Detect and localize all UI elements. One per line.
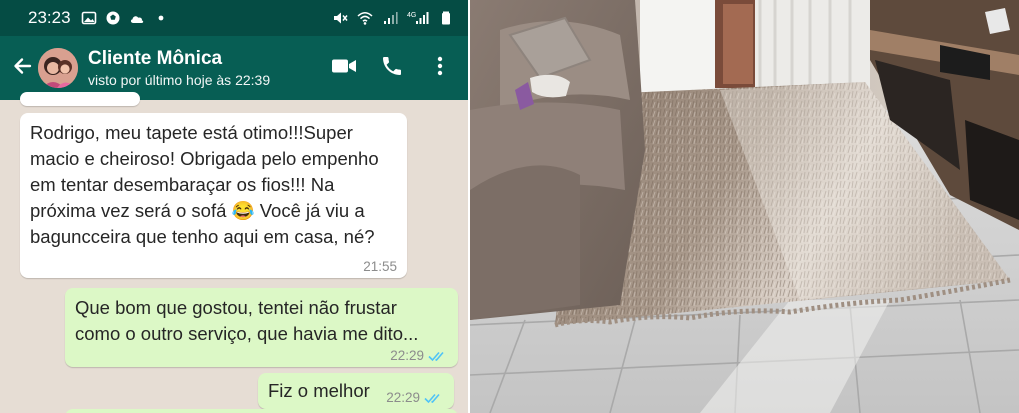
incoming-message-bubble[interactable]: Rodrigo, meu tapete está otimo!!!Super m…	[20, 113, 407, 278]
contact-info[interactable]: Cliente Mônica visto por último hoje às …	[88, 47, 270, 89]
more-options-button[interactable]	[426, 54, 454, 82]
video-call-button[interactable]	[330, 54, 358, 82]
avatar[interactable]	[38, 48, 78, 88]
message-text: Que bom que gostou, tentei não frustar c…	[75, 297, 419, 344]
chat-screenshot: 23:23 4G Cliente Mônica visto por último…	[0, 0, 468, 413]
sofa-armrest	[470, 165, 580, 320]
svg-text:4G: 4G	[407, 12, 416, 19]
cloud-icon	[129, 10, 145, 26]
contact-name: Cliente Mônica	[88, 48, 223, 69]
rug-photo	[470, 0, 1019, 413]
message-list: Rodrigo, meu tapete está otimo!!!Super m…	[0, 92, 468, 413]
video-call-icon	[331, 56, 357, 81]
status-time: 23:23	[28, 8, 71, 27]
message-time: 22:29	[390, 348, 424, 363]
wifi-icon	[357, 10, 373, 26]
signal-4g-icon: 4G	[407, 10, 429, 26]
signal-icon	[382, 10, 398, 26]
back-arrow-icon	[11, 55, 33, 82]
curtain	[755, 0, 870, 92]
read-receipt-icon	[428, 351, 444, 361]
partial-message-bubble	[20, 92, 140, 106]
living-room-illustration	[470, 0, 1019, 413]
battery-icon	[438, 10, 454, 26]
image-icon	[81, 10, 97, 26]
phone-icon	[380, 54, 404, 83]
voice-call-button[interactable]	[378, 54, 406, 82]
mute-icon	[332, 10, 348, 26]
outgoing-message-bubble[interactable]: Que bom que gostou, tentei não frustar c…	[65, 288, 458, 367]
read-receipt-icon	[424, 393, 440, 403]
message-text: Rodrigo, meu tapete está otimo!!!Super m…	[30, 122, 379, 247]
last-seen-status: visto por último hoje às 22:39	[88, 72, 271, 88]
back-button[interactable]	[4, 50, 40, 86]
partial-message-bubble	[65, 409, 458, 413]
outgoing-message-bubble[interactable]: Fiz o melhor 22:29	[258, 373, 454, 409]
dot-icon	[153, 10, 169, 26]
chat-header: Cliente Mônica visto por último hoje às …	[0, 36, 468, 100]
message-time: 21:55	[363, 259, 397, 274]
message-time: 22:29	[386, 390, 420, 405]
soccer-ball-icon	[105, 10, 121, 26]
status-bar: 23:23 4G	[0, 0, 468, 36]
more-vert-icon	[436, 55, 444, 82]
